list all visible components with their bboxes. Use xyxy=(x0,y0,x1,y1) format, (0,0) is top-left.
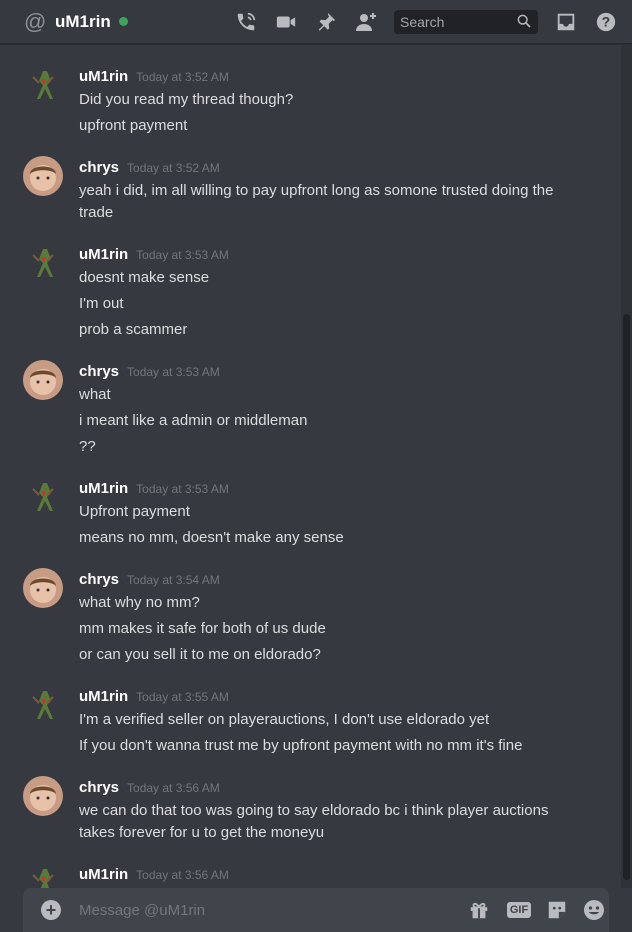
avatar[interactable] xyxy=(23,685,63,725)
message-text: ?? xyxy=(79,438,96,455)
message-list[interactable]: uM1rin Today at 3:52 AM Did you read my … xyxy=(0,45,620,888)
message-text: doesnt make sense xyxy=(79,269,210,286)
scrollbar-thumb[interactable] xyxy=(623,314,630,880)
message-text: what xyxy=(79,386,111,403)
add-friend-icon[interactable] xyxy=(354,10,378,34)
message-timestamp: Today at 3:54 AM xyxy=(127,573,220,587)
message-author[interactable]: uM1rin xyxy=(79,480,128,497)
message-timestamp: Today at 3:56 AM xyxy=(136,868,229,882)
at-icon: @ xyxy=(24,8,47,34)
video-call-icon[interactable] xyxy=(274,10,298,34)
message-text: Did you read my thread though? xyxy=(79,91,294,108)
gif-label: GIF xyxy=(506,902,532,918)
message-author[interactable]: uM1rin xyxy=(79,688,128,705)
message-text: we can do that too was going to say eldo… xyxy=(79,802,549,819)
avatar[interactable] xyxy=(23,568,63,608)
avatar[interactable] xyxy=(23,360,63,400)
message-text: yeah i did, im all willing to pay upfron… xyxy=(79,182,554,199)
message-text: or can you sell it to me on eldorado? xyxy=(79,646,321,663)
message-author[interactable]: chrys xyxy=(79,363,119,380)
message-author[interactable]: chrys xyxy=(79,779,119,796)
message-author[interactable]: uM1rin xyxy=(79,68,128,85)
svg-text:?: ? xyxy=(602,15,610,30)
gift-icon[interactable] xyxy=(467,898,491,922)
header-toolbar: ? xyxy=(234,0,632,44)
gif-icon[interactable]: GIF xyxy=(506,898,532,922)
avatar[interactable] xyxy=(23,156,63,196)
search-box[interactable] xyxy=(394,10,538,34)
message-timestamp: Today at 3:53 AM xyxy=(136,482,229,496)
emoji-icon[interactable] xyxy=(582,898,606,922)
online-status-indicator xyxy=(118,17,128,26)
avatar[interactable] xyxy=(23,477,63,517)
message-text: takes forever for u to get the moneyu xyxy=(79,824,325,841)
avatar[interactable] xyxy=(23,776,63,816)
message-text: what why no mm? xyxy=(79,594,200,611)
message-input[interactable] xyxy=(79,900,439,920)
message-text: prob a scammer xyxy=(79,321,188,338)
message-text: I'm out xyxy=(79,295,124,312)
message-author[interactable]: chrys xyxy=(79,571,119,588)
help-icon[interactable]: ? xyxy=(594,10,618,34)
add-attachment-icon[interactable]: + xyxy=(41,900,61,920)
message-text: i meant like a admin or middleman xyxy=(79,412,308,429)
sticker-icon[interactable] xyxy=(545,898,569,922)
message-text: I'm a verified seller on playerauctions,… xyxy=(79,711,490,728)
message-timestamp: Today at 3:56 AM xyxy=(127,781,220,795)
message-author[interactable]: chrys xyxy=(79,159,119,176)
message-timestamp: Today at 3:52 AM xyxy=(136,70,229,84)
message-text: trade xyxy=(79,204,114,221)
message-author[interactable]: uM1rin xyxy=(79,246,128,263)
message-timestamp: Today at 3:53 AM xyxy=(136,248,229,262)
message-text: means no mm, doesn't make any sense xyxy=(79,529,344,546)
avatar[interactable] xyxy=(23,65,63,105)
message-timestamp: Today at 3:55 AM xyxy=(136,690,229,704)
message-text: If you don't wanna trust me by upfront p… xyxy=(79,737,523,754)
avatar[interactable] xyxy=(23,243,63,283)
message-timestamp: Today at 3:53 AM xyxy=(127,365,220,379)
pin-icon[interactable] xyxy=(314,10,338,34)
call-icon[interactable] xyxy=(234,10,258,34)
message-text: upfront payment xyxy=(79,117,188,134)
message-text: mm makes it safe for both of us dude xyxy=(79,620,326,637)
message-text: Upfront payment xyxy=(79,503,190,520)
channel-header: @ uM1rin ? xyxy=(0,0,632,44)
search-input[interactable] xyxy=(400,14,510,30)
inbox-icon[interactable] xyxy=(554,10,578,34)
message-timestamp: Today at 3:52 AM xyxy=(127,161,220,175)
search-icon xyxy=(516,13,532,34)
message-composer: + GIF xyxy=(23,888,609,932)
message-author[interactable]: uM1rin xyxy=(79,866,128,883)
avatar[interactable] xyxy=(23,863,63,888)
page-title: uM1rin xyxy=(55,11,111,31)
